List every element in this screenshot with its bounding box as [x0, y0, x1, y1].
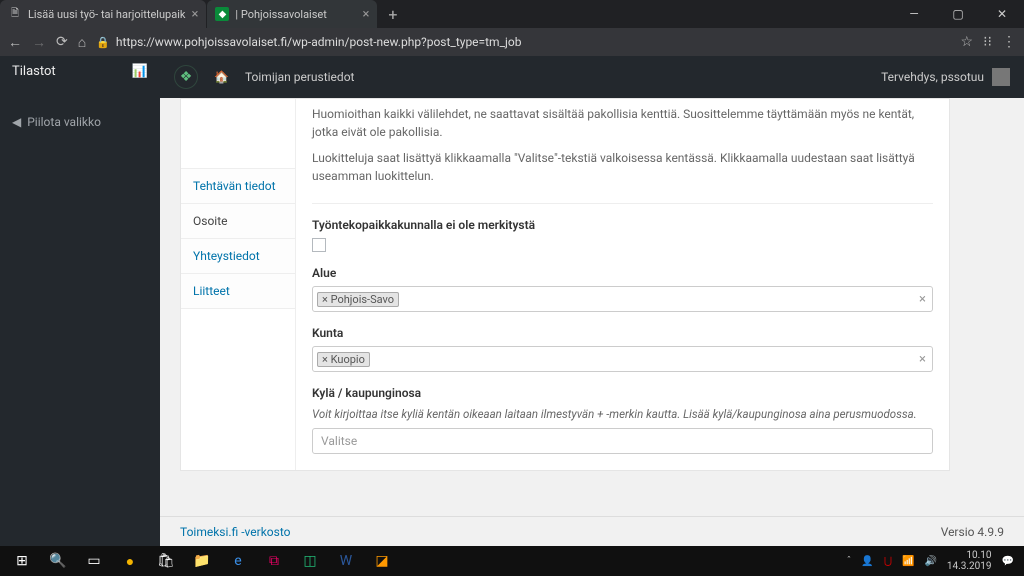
- avatar[interactable]: [992, 68, 1010, 86]
- close-icon[interactable]: ×: [362, 7, 369, 22]
- nolocation-label: Työntekopaikkakunnalla ei ole merkitystä: [312, 218, 933, 232]
- intro-line-2: Luokitteluja saat lisättyä klikkaamalla …: [312, 149, 933, 185]
- browser-titlebar: 🗎 Lisää uusi työ- tai harjoittelupaik × …: [0, 0, 1024, 28]
- kyla-select[interactable]: Valitse: [312, 428, 933, 454]
- clear-icon[interactable]: ×: [919, 292, 926, 307]
- app-icon[interactable]: ◫: [292, 546, 328, 576]
- system-tray: ˆ 👤 ⋃ 📶 🔊 10.10 14.3.2019 💬: [847, 550, 1020, 572]
- site-favicon-icon: ◆: [215, 7, 229, 21]
- browser-navbar: ← → ⟳ ⌂ 🔒 https://www.pohjoissavolaiset.…: [0, 28, 1024, 56]
- browser-tab-1[interactable]: 🗎 Lisää uusi työ- tai harjoittelupaik ×: [0, 0, 206, 28]
- sidebar-item-label: Tilastot: [12, 64, 56, 79]
- nolocation-checkbox[interactable]: [312, 238, 326, 252]
- sidebar-item-stats[interactable]: Tilastot 📊: [0, 56, 160, 87]
- people-icon[interactable]: 👤: [861, 556, 873, 567]
- menu-icon[interactable]: ⋮: [1002, 34, 1016, 50]
- kunta-label: Kunta: [312, 326, 933, 340]
- greeting-text: Tervehdys, pssotuu: [881, 70, 984, 84]
- mcafee-icon[interactable]: ⋃: [884, 556, 892, 567]
- kyla-hint: Voit kirjoittaa itse kyliä kentän oikeaa…: [312, 406, 933, 422]
- tab-title: Lisää uusi työ- tai harjoittelupaik: [28, 8, 185, 21]
- kyla-label: Kylä / kaupunginosa: [312, 386, 933, 400]
- kunta-select[interactable]: × Kuopio ×: [312, 346, 933, 372]
- tab-osoite[interactable]: Osoite: [181, 204, 295, 239]
- chrome-icon[interactable]: ●: [112, 546, 148, 576]
- row-nolocation: Työntekopaikkakunnalla ei ole merkitystä: [312, 204, 933, 252]
- row-kunta: Kunta × Kuopio ×: [312, 312, 933, 372]
- admin-bar: ❖ 🏠 Toimijan perustiedot Tervehdys, psso…: [160, 56, 1024, 98]
- collapse-icon: ◀: [12, 115, 21, 129]
- footer-version: Versio 4.9.9: [941, 525, 1004, 539]
- lock-icon: 🔒: [96, 36, 110, 49]
- url-text: https://www.pohjoissavolaiset.fi/wp-admi…: [116, 35, 522, 49]
- start-button[interactable]: ⊞: [4, 546, 40, 576]
- footer-link[interactable]: Toimeksi.fi -verkosto: [180, 525, 290, 539]
- edge-icon[interactable]: e: [220, 546, 256, 576]
- volume-icon[interactable]: 🔊: [924, 556, 936, 567]
- close-window-icon[interactable]: ✕: [980, 0, 1024, 28]
- star-icon[interactable]: ☆: [961, 34, 974, 50]
- sidebar-item-label: Piilota valikko: [27, 115, 101, 129]
- extensions-icon[interactable]: ⁝⁝: [983, 34, 992, 50]
- back-icon[interactable]: ←: [8, 34, 22, 51]
- intro-text: Huomioithan kaikki välilehdet, ne saatta…: [312, 99, 933, 204]
- row-alue: Alue × Pohjois-Savo ×: [312, 252, 933, 312]
- browser-tab-2[interactable]: ◆ | Pohjoissavolaiset ×: [207, 0, 377, 28]
- clear-icon[interactable]: ×: [919, 352, 926, 367]
- wp-footer: Toimeksi.fi -verkosto Versio 4.9.9: [160, 516, 1024, 546]
- notifications-icon[interactable]: 💬: [1002, 556, 1014, 567]
- admin-sidebar: Tilastot 📊 ◀ Piilota valikko: [0, 56, 160, 546]
- alue-tag[interactable]: × Pohjois-Savo: [317, 292, 399, 307]
- app-icon[interactable]: ⧉: [256, 546, 292, 576]
- sidebar-item-collapse[interactable]: ◀ Piilota valikko: [0, 87, 160, 137]
- alue-label: Alue: [312, 266, 933, 280]
- taskbar-clock[interactable]: 10.10 14.3.2019: [947, 550, 992, 572]
- site-logo-icon[interactable]: ❖: [174, 65, 198, 89]
- intro-line-1: Huomioithan kaikki välilehdet, ne saatta…: [312, 105, 933, 141]
- tray-chevron-icon[interactable]: ˆ: [847, 556, 852, 567]
- window-controls: — ▢ ✕: [892, 0, 1024, 28]
- new-tab-button[interactable]: +: [378, 5, 407, 24]
- app-icon[interactable]: ◪: [364, 546, 400, 576]
- maximize-icon[interactable]: ▢: [936, 0, 980, 28]
- content-area: Tehtävän tiedot Osoite Yhteystiedot Liit…: [160, 56, 1024, 471]
- reload-icon[interactable]: ⟳: [56, 34, 68, 50]
- explorer-icon[interactable]: 📁: [184, 546, 220, 576]
- search-icon[interactable]: 🔍: [40, 546, 76, 576]
- adminbar-menu-item[interactable]: Toimijan perustiedot: [245, 70, 355, 84]
- alue-select[interactable]: × Pohjois-Savo ×: [312, 286, 933, 312]
- tab-title: | Pohjoissavolaiset: [235, 8, 326, 21]
- form-panel: Tehtävän tiedot Osoite Yhteystiedot Liit…: [180, 98, 950, 471]
- panel-tabs: Tehtävän tiedot Osoite Yhteystiedot Liit…: [181, 99, 296, 470]
- forward-icon[interactable]: →: [32, 34, 46, 51]
- tab-yhteystiedot[interactable]: Yhteystiedot: [181, 239, 295, 274]
- clock-date: 14.3.2019: [947, 561, 992, 572]
- kunta-tag[interactable]: × Kuopio: [317, 352, 370, 367]
- tab-tehtavan-tiedot[interactable]: Tehtävän tiedot: [181, 169, 295, 204]
- row-kyla: Kylä / kaupunginosa Voit kirjoittaa itse…: [312, 372, 933, 454]
- network-icon[interactable]: 📶: [902, 556, 914, 567]
- store-icon[interactable]: 🛍: [148, 546, 184, 576]
- taskview-icon[interactable]: ▭: [76, 546, 112, 576]
- kyla-placeholder: Valitse: [321, 434, 357, 448]
- windows-taskbar: ⊞ 🔍 ▭ ● 🛍 📁 e ⧉ ◫ W ◪ ˆ 👤 ⋃ 📶 🔊 10.10 14…: [0, 546, 1024, 576]
- document-icon: 🗎: [8, 7, 22, 21]
- address-bar[interactable]: 🔒 https://www.pohjoissavolaiset.fi/wp-ad…: [96, 35, 950, 49]
- close-icon[interactable]: ×: [191, 7, 198, 22]
- clock-time: 10.10: [947, 550, 992, 561]
- home-icon[interactable]: ⌂: [78, 34, 86, 51]
- home-icon[interactable]: 🏠: [214, 70, 229, 84]
- form-body: Huomioithan kaikki välilehdet, ne saatta…: [296, 99, 949, 470]
- minimize-icon[interactable]: —: [892, 0, 936, 28]
- tab-liitteet[interactable]: Liitteet: [181, 274, 295, 309]
- chart-icon: 📊: [132, 64, 148, 79]
- word-icon[interactable]: W: [328, 546, 364, 576]
